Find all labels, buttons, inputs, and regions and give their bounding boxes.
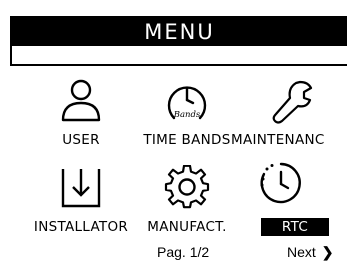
clock-icon <box>260 162 301 204</box>
menu-item-installator[interactable]: INSTALLATOR <box>25 165 137 239</box>
time-bands-icon: Bands <box>167 86 207 120</box>
menu-screen: MENU USER Bands TIME BANDS MAINTENANC RT… <box>0 0 347 268</box>
menu-item-time-bands[interactable]: Bands TIME BANDS <box>131 78 243 152</box>
menu-item-label: MAINTENANC <box>231 132 325 148</box>
menu-item-manufact[interactable]: MANUFACT. <box>131 165 243 239</box>
wrench-icon <box>272 80 313 124</box>
menu-item-label: MANUFACT. <box>147 219 227 235</box>
menu-item-maintenance[interactable]: MAINTENANC <box>231 78 347 152</box>
menu-item-rtc[interactable]: RTC <box>225 0 337 236</box>
gear-icon <box>164 165 210 209</box>
menu-item-user[interactable]: USER <box>25 78 137 152</box>
next-label: Next <box>287 244 316 260</box>
user-icon <box>61 79 101 122</box>
menu-item-label: RTC <box>261 218 329 236</box>
next-button[interactable]: Next ❯ <box>287 244 334 261</box>
chevron-right-icon: ❯ <box>321 244 334 260</box>
download-box-icon <box>61 169 101 208</box>
time-bands-icon-text: Bands <box>173 110 201 120</box>
page-indicator: Pag. 1/2 <box>157 244 210 260</box>
